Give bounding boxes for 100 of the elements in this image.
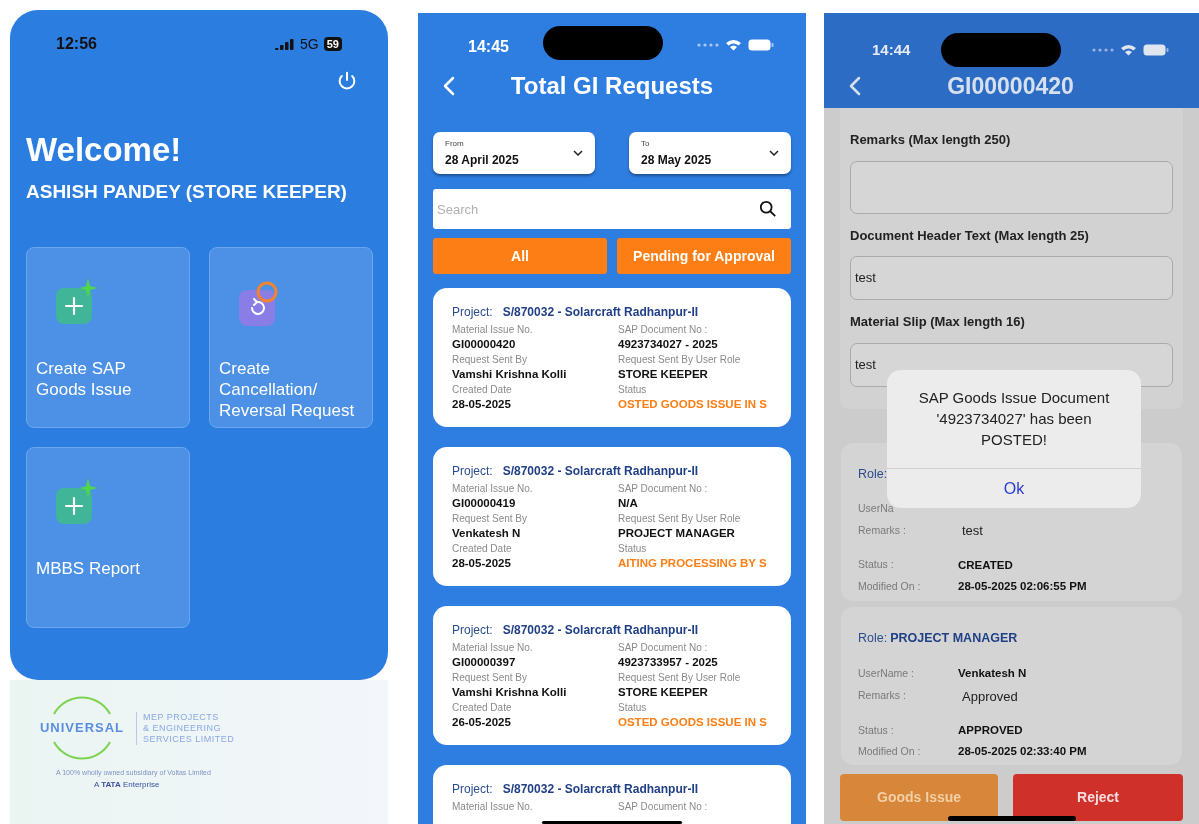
field-label: SAP Document No :: [618, 483, 709, 495]
field-value: 28-05-2025: [452, 397, 512, 412]
enterprise-note: A TATA Enterprise: [94, 778, 161, 791]
filter-button[interactable]: All: [433, 238, 607, 274]
caret-icon: [769, 150, 779, 156]
project-label: Project:: [452, 781, 493, 797]
request-card[interactable]: Project: S/870032 - Solarcraft Radhanpur-II Material Issue No. SAP Document No :: [433, 765, 791, 824]
search-field[interactable]: Search: [433, 189, 791, 229]
battery-level: 59: [323, 37, 342, 51]
field-label: Material Issue No.: [452, 324, 534, 336]
request-card[interactable]: [433, 288, 791, 427]
field-label: Request Sent By User Role: [618, 354, 742, 366]
company-name: MEP PROJECTS & ENGINEERING SERVICES LIMITED: [136, 711, 235, 745]
field-value: STORE KEEPER: [618, 685, 709, 700]
project-name: S/870032 - Solarcraft Radhanpur-II: [502, 622, 699, 638]
role-label: Role:: [858, 629, 888, 647]
field-value: OSTED GOODS ISSUE IN S: [618, 397, 768, 412]
field-label: Status: [618, 702, 648, 714]
project-name: S/870032 - Solarcraft Radhanpur-II: [502, 304, 699, 320]
field-value: CREATED: [958, 557, 1013, 573]
field-label: SAP Document No :: [618, 324, 709, 336]
field-value: 28-05-2025 02:33:40 PM: [958, 744, 1087, 760]
field-label: Modified On :: [858, 578, 922, 594]
field-label: Material Issue No.: [452, 801, 534, 813]
field-value: PROJECT MANAGER: [618, 526, 736, 541]
wifi-icon: [725, 39, 742, 51]
network-label: 5G: [300, 34, 319, 54]
power-icon[interactable]: [336, 70, 358, 92]
user-name: ASHISH PANDEY (STORE KEEPER): [26, 180, 348, 204]
field-value: Vamshi Krishna Kolli: [452, 367, 568, 382]
action-button[interactable]: Reject: [1013, 773, 1183, 821]
field-label: Status :: [858, 722, 895, 738]
field-label: Status: [618, 384, 648, 396]
field-value: GI00000397: [452, 655, 517, 670]
field-label: Remarks :: [858, 688, 907, 704]
field-value: 28-05-2025: [452, 556, 512, 571]
signal-icon: [275, 38, 296, 50]
welcome-title: Welcome!: [26, 130, 183, 170]
role-name: PROJECT MANAGER: [890, 629, 1018, 647]
screen-title: Total GI Requests: [509, 71, 715, 101]
field-value: GI00000420: [452, 337, 517, 352]
field-value: AITING PROCESSING BY S: [618, 556, 768, 571]
date-picker[interactable]: To 28 May 2025: [629, 132, 791, 174]
field-value: 4923734027 - 2025: [618, 337, 719, 352]
role-label: Role:: [858, 465, 888, 483]
field-value: Approved: [962, 687, 1018, 706]
field-label: Created Date: [452, 384, 513, 396]
field-value: OSTED GOODS ISSUE IN S: [618, 715, 768, 730]
signal-icon: [697, 42, 719, 48]
battery-icon: [748, 39, 774, 51]
field-value: APPROVED: [958, 723, 1023, 738]
field-label: Request Sent By: [452, 354, 529, 366]
field-value: 26-05-2025: [452, 715, 512, 730]
project-name: S/870032 - Solarcraft Radhanpur-II: [502, 463, 699, 479]
field-label: SAP Document No :: [618, 801, 709, 813]
menu-tile[interactable]: MBBS Report: [26, 446, 190, 628]
field-value: 4923733957 - 2025: [618, 655, 719, 670]
field-label: Request Sent By: [452, 672, 529, 684]
field-label: Remarks (Max length 250): [850, 131, 1012, 149]
back-icon[interactable]: [849, 76, 861, 97]
logo-wordmark: UNIVERSAL: [39, 719, 125, 738]
field-value: Vamshi Krishna Kolli: [452, 685, 568, 700]
field-value: Venkatesh N: [452, 526, 522, 541]
field-label: SAP Document No :: [618, 642, 709, 654]
field-label: Status: [618, 543, 648, 555]
wifi-icon: [1120, 44, 1137, 56]
menu-tile[interactable]: Create SAP Goods Issue: [26, 246, 190, 428]
field-value: N/A: [618, 496, 639, 511]
status-time: 14:44: [872, 39, 911, 60]
menu-tile[interactable]: Create Cancellation/ Reversal Request: [209, 246, 373, 428]
request-card[interactable]: [433, 447, 791, 586]
screen-title: GI00000420: [946, 72, 1075, 101]
field-label: Request Sent By: [452, 513, 529, 525]
field-label: Status :: [858, 557, 895, 573]
request-card[interactable]: [433, 606, 791, 745]
field-value: 28-05-2025 02:06:55 PM: [958, 578, 1087, 594]
field-label: UserName :: [858, 666, 915, 681]
field-label: Request Sent By User Role: [618, 672, 742, 684]
field-value: test: [962, 522, 983, 540]
search-icon[interactable]: [759, 200, 777, 218]
field-label: Material Issue No.: [452, 642, 534, 654]
field-label: Request Sent By User Role: [618, 513, 742, 525]
project-name: S/870032 - Solarcraft Radhanpur-II: [502, 781, 699, 797]
status-time: 14:45: [468, 37, 509, 57]
project-label: Project:: [452, 304, 493, 320]
status-time: 12:56: [56, 34, 97, 54]
alert-message: SAP Goods Issue Document '4923734027' has been POSTED!: [917, 388, 1111, 450]
date-picker[interactable]: From 28 April 2025: [433, 132, 595, 174]
field-label: Created Date: [452, 702, 513, 714]
project-label: Project:: [452, 463, 493, 479]
field-value: STORE KEEPER: [618, 367, 709, 382]
field-label: Created Date: [452, 543, 513, 555]
field-label: Modified On :: [858, 744, 922, 759]
field-value: GI00000419: [452, 496, 517, 511]
input-field[interactable]: test: [850, 256, 1173, 300]
signal-icon: [1092, 47, 1114, 53]
field-value: Venkatesh N: [958, 666, 1027, 682]
caret-icon: [573, 150, 583, 156]
field-label: Document Header Text (Max length 25): [850, 226, 1090, 245]
filter-button[interactable]: Pending for Approval: [617, 238, 791, 274]
